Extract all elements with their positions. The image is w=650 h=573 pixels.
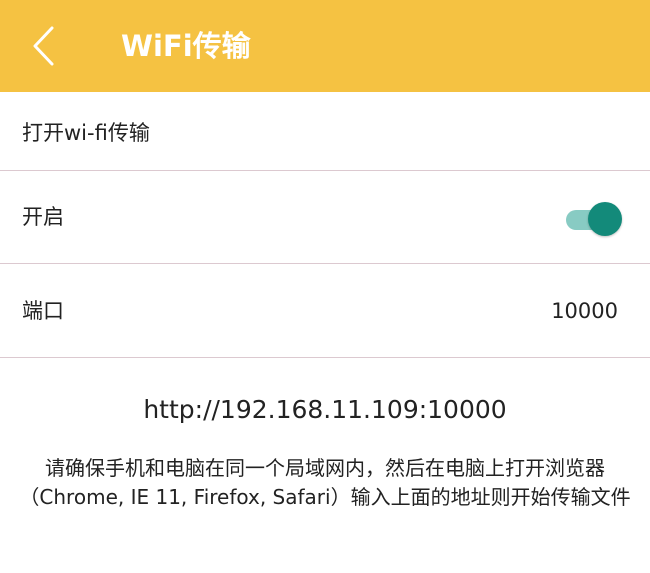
toggle-thumb — [588, 202, 622, 236]
port-value: 10000 — [551, 299, 618, 323]
server-url: http://192.168.11.109:10000 — [143, 395, 507, 424]
back-button[interactable] — [18, 20, 68, 72]
page-title: WiFi传输 — [121, 29, 251, 63]
wifi-transfer-screen: WiFi传输 打开wi-fi传输 开启 端口 10000 http://192.… — [0, 0, 650, 573]
header-bar: WiFi传输 — [0, 0, 650, 92]
enable-toggle[interactable] — [566, 201, 622, 237]
port-label: 端口 — [22, 299, 64, 323]
section-title: 打开wi-fi传输 — [22, 121, 150, 145]
enable-row[interactable]: 开启 — [0, 171, 650, 264]
wifi-transfer-section-row: 打开wi-fi传输 — [0, 92, 650, 171]
port-row[interactable]: 端口 10000 — [0, 264, 650, 358]
instructions-text: 请确保手机和电脑在同一个局域网内，然后在电脑上打开浏览器（Chrome, IE … — [19, 456, 631, 509]
enable-label: 开启 — [22, 205, 64, 229]
chevron-left-icon — [33, 26, 54, 66]
